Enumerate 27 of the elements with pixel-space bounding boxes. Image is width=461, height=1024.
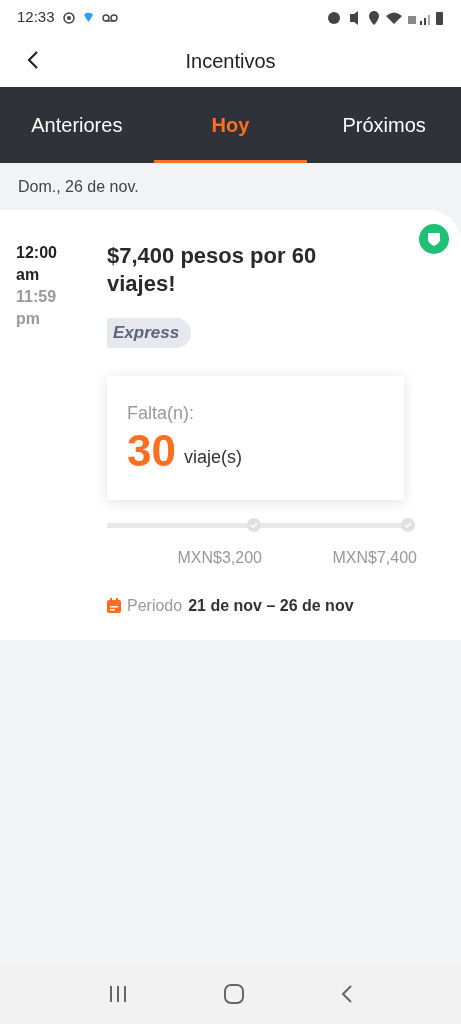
tab[interactable]: Próximos bbox=[307, 87, 461, 163]
period-value: 21 de nov – 26 de nov bbox=[188, 595, 354, 616]
remaining-count: 30 bbox=[127, 426, 176, 475]
home-icon[interactable] bbox=[223, 984, 244, 1004]
voicemail-icon bbox=[101, 13, 118, 22]
milestone-amount: MXN$7,400 bbox=[332, 547, 417, 568]
incentive-title: $7,400 pesos por 60 viajes! bbox=[107, 242, 318, 298]
status-time: 12:33 bbox=[17, 7, 55, 28]
period-label: Periodo bbox=[127, 595, 183, 616]
remaining-unit: viaje(s) bbox=[183, 445, 242, 469]
tab[interactable]: Hoy bbox=[153, 87, 308, 163]
date-heading: Dom., 26 de nov. bbox=[18, 176, 139, 197]
back-icon bbox=[27, 50, 39, 70]
end-time: 11:59 pm bbox=[16, 287, 58, 329]
milestone-amount: MXN$3,200 bbox=[177, 547, 262, 568]
target-icon bbox=[62, 11, 75, 24]
shield-icon bbox=[419, 224, 449, 254]
incentive-card[interactable]: 12:00 am 11:59 pm $7,400 pesos por 60 viajes! Express Falta(n): 30 viaje(s) MXN$3,200 MXN$7,400 Periodo 21 de nov – 26 de nov bbox=[0, 210, 461, 640]
calendar-icon bbox=[107, 598, 121, 613]
express-tag: Express bbox=[107, 318, 192, 348]
tab[interactable]: Anteriores bbox=[0, 87, 154, 163]
gem-icon bbox=[82, 12, 94, 23]
back-nav-icon[interactable] bbox=[340, 985, 353, 1003]
start-time: 12:00 am bbox=[16, 243, 58, 285]
remaining-label: Falta(n): bbox=[127, 401, 196, 425]
page-title: Incentivos bbox=[185, 49, 276, 74]
recent-apps-icon[interactable] bbox=[108, 986, 127, 1002]
